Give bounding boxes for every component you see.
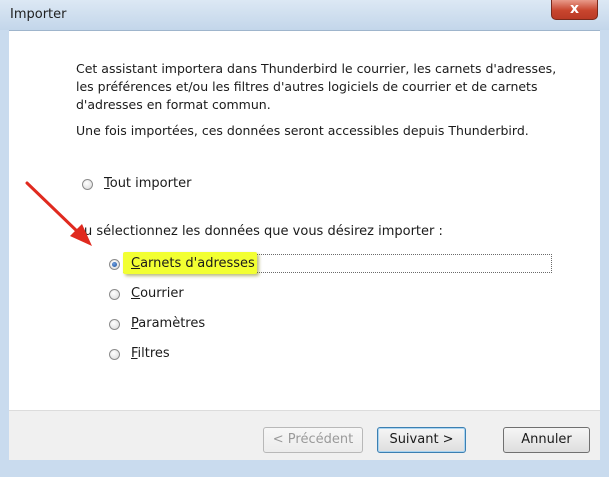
window-frame-left bbox=[0, 30, 9, 460]
radio-icon[interactable] bbox=[109, 319, 120, 330]
button-bar: < Précédent Suivant > Annuler bbox=[9, 410, 600, 461]
import-dialog: Importer x Cet assistant importera dans … bbox=[0, 0, 609, 477]
radio-label-address-books: Carnets d'adresses bbox=[131, 256, 255, 271]
radio-icon[interactable] bbox=[109, 349, 120, 360]
radio-icon[interactable] bbox=[82, 179, 93, 190]
previous-button[interactable]: < Précédent bbox=[263, 427, 363, 453]
radio-icon[interactable] bbox=[109, 259, 120, 270]
radio-label-filters: Filtres bbox=[131, 346, 170, 361]
radio-label-settings: Paramètres bbox=[131, 316, 206, 331]
window-title: Importer bbox=[10, 7, 67, 22]
intro-text: Cet assistant importera dans Thunderbird… bbox=[76, 61, 557, 112]
selection-prompt: ou sélectionnez les données que vous dés… bbox=[76, 224, 443, 239]
next-button[interactable]: Suivant > bbox=[377, 427, 466, 453]
window-frame-right bbox=[600, 30, 609, 477]
window-frame-bottom bbox=[0, 460, 609, 477]
cancel-button[interactable]: Annuler bbox=[503, 427, 590, 453]
close-icon[interactable]: x bbox=[551, 0, 598, 20]
radio-label-mail: Courrier bbox=[131, 286, 184, 301]
info-text: Une fois importées, ces données seront a… bbox=[76, 123, 529, 138]
radio-icon[interactable] bbox=[109, 289, 120, 300]
radio-label-import-all: Tout importer bbox=[104, 176, 192, 191]
title-bar: Importer x bbox=[0, 0, 609, 31]
